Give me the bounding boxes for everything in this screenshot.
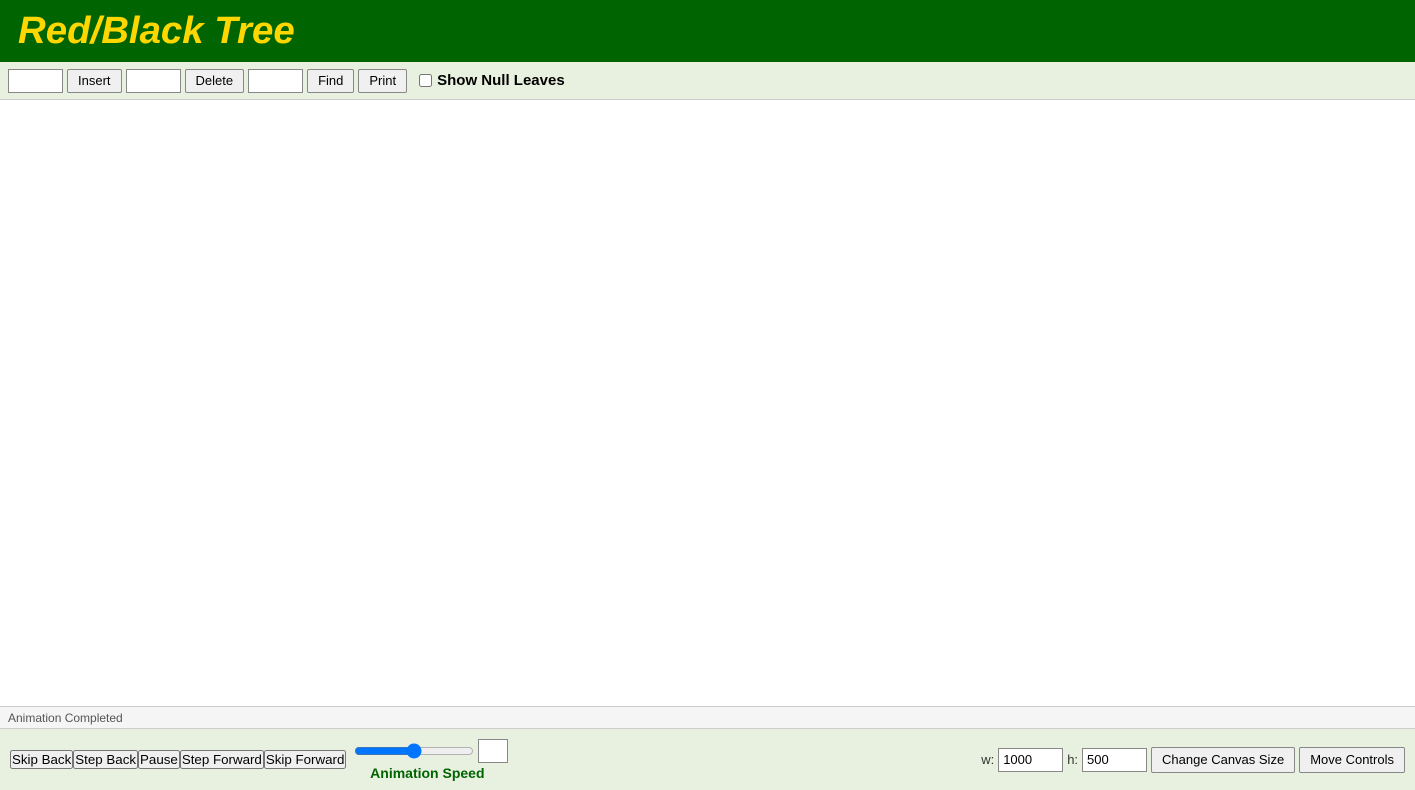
step-forward-button[interactable]: Step Forward	[180, 750, 264, 769]
canvas-width-input[interactable]	[998, 748, 1063, 772]
animation-speed-label: Animation Speed	[370, 765, 484, 781]
pause-button[interactable]: Pause	[138, 750, 180, 769]
bottom-bar: Skip Back Step Back Pause Step Forward S…	[0, 728, 1415, 790]
skip-forward-button[interactable]: Skip Forward	[264, 750, 347, 769]
page-title: Red/Black Tree	[18, 9, 295, 53]
animation-speed-slider[interactable]	[354, 741, 474, 761]
toolbar: Insert Delete Find Print Show Null Leave…	[0, 62, 1415, 100]
find-input[interactable]	[248, 69, 303, 93]
step-back-button[interactable]: Step Back	[73, 750, 138, 769]
insert-button[interactable]: Insert	[67, 69, 122, 93]
canvas-height-input[interactable]	[1082, 748, 1147, 772]
show-null-leaves-text: Show Null Leaves	[437, 72, 565, 89]
delete-input[interactable]	[126, 69, 181, 93]
find-button[interactable]: Find	[307, 69, 354, 93]
show-null-leaves-checkbox[interactable]	[419, 74, 432, 87]
change-canvas-size-button[interactable]: Change Canvas Size	[1151, 747, 1295, 773]
speed-slider-container	[354, 739, 508, 763]
show-null-leaves-label: Show Null Leaves	[419, 72, 565, 89]
bottom-row: Skip Back Step Back Pause Step Forward S…	[10, 739, 1405, 781]
canvas-height-label: h:	[1067, 752, 1078, 767]
canvas-size-controls: w: h: Change Canvas Size Move Controls	[981, 747, 1405, 773]
delete-button[interactable]: Delete	[185, 69, 245, 93]
print-button[interactable]: Print	[358, 69, 407, 93]
header: Red/Black Tree	[0, 0, 1415, 62]
status-bar: Animation Completed	[0, 706, 1415, 728]
insert-input[interactable]	[8, 69, 63, 93]
status-text: Animation Completed	[8, 711, 123, 725]
move-controls-button[interactable]: Move Controls	[1299, 747, 1405, 773]
animation-speed-section: Animation Speed	[346, 739, 508, 781]
speed-box	[478, 739, 508, 763]
skip-back-button[interactable]: Skip Back	[10, 750, 73, 769]
canvas-area	[0, 100, 1415, 706]
canvas-width-label: w:	[981, 752, 994, 767]
